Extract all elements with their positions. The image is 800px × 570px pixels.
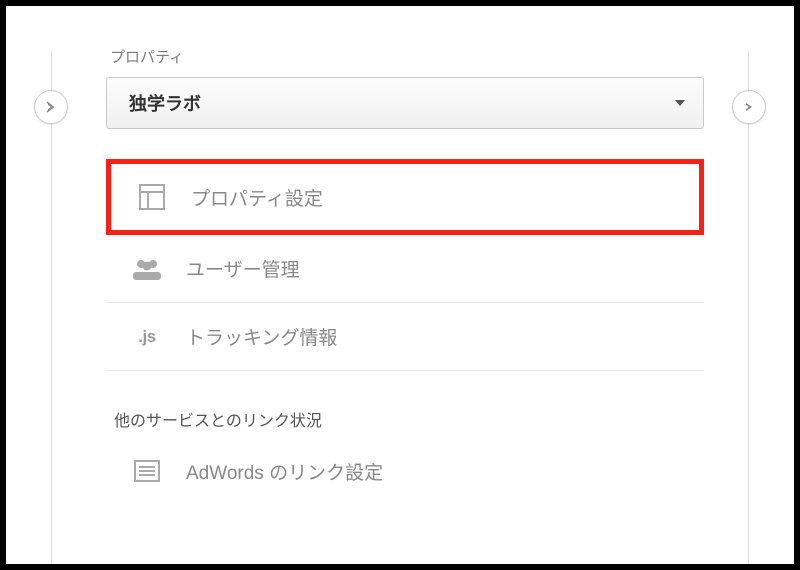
divider-right-bottom: [748, 124, 749, 564]
js-icon: .js: [126, 327, 168, 347]
nav-prev-button[interactable]: [34, 90, 68, 124]
menu-item-tracking-info[interactable]: .js トラッキング情報: [106, 303, 704, 371]
property-section-label: プロパティ: [110, 46, 704, 67]
nav-next-button[interactable]: [732, 90, 766, 124]
menu-item-adwords-link[interactable]: AdWords のリンク設定: [106, 437, 704, 505]
menu-item-label: プロパティ設定: [191, 184, 323, 211]
divider-left-bottom: [51, 124, 52, 564]
property-menu: プロパティ設定 ユーザー管理 .js トラッキング情報: [106, 159, 704, 371]
document-lines-icon: [126, 459, 168, 483]
menu-item-label: トラッキング情報: [186, 323, 337, 350]
menu-item-label: ユーザー管理: [186, 255, 300, 282]
menu-item-label: AdWords のリンク設定: [186, 458, 383, 485]
divider-left-top: [51, 51, 52, 91]
users-icon: [126, 258, 168, 280]
arrow-right-icon: [44, 100, 58, 114]
menu-item-property-settings[interactable]: プロパティ設定: [106, 159, 704, 235]
arrow-right-icon: [742, 100, 756, 114]
chevron-down-icon: [675, 100, 685, 106]
divider-right-top: [748, 51, 749, 91]
menu-item-user-management[interactable]: ユーザー管理: [106, 235, 704, 303]
property-selector-value: 独学ラボ: [129, 90, 201, 116]
property-selector-dropdown[interactable]: 独学ラボ: [106, 77, 704, 129]
links-section-label: 他のサービスとのリンク状況: [114, 407, 704, 431]
layout-icon: [131, 183, 173, 211]
